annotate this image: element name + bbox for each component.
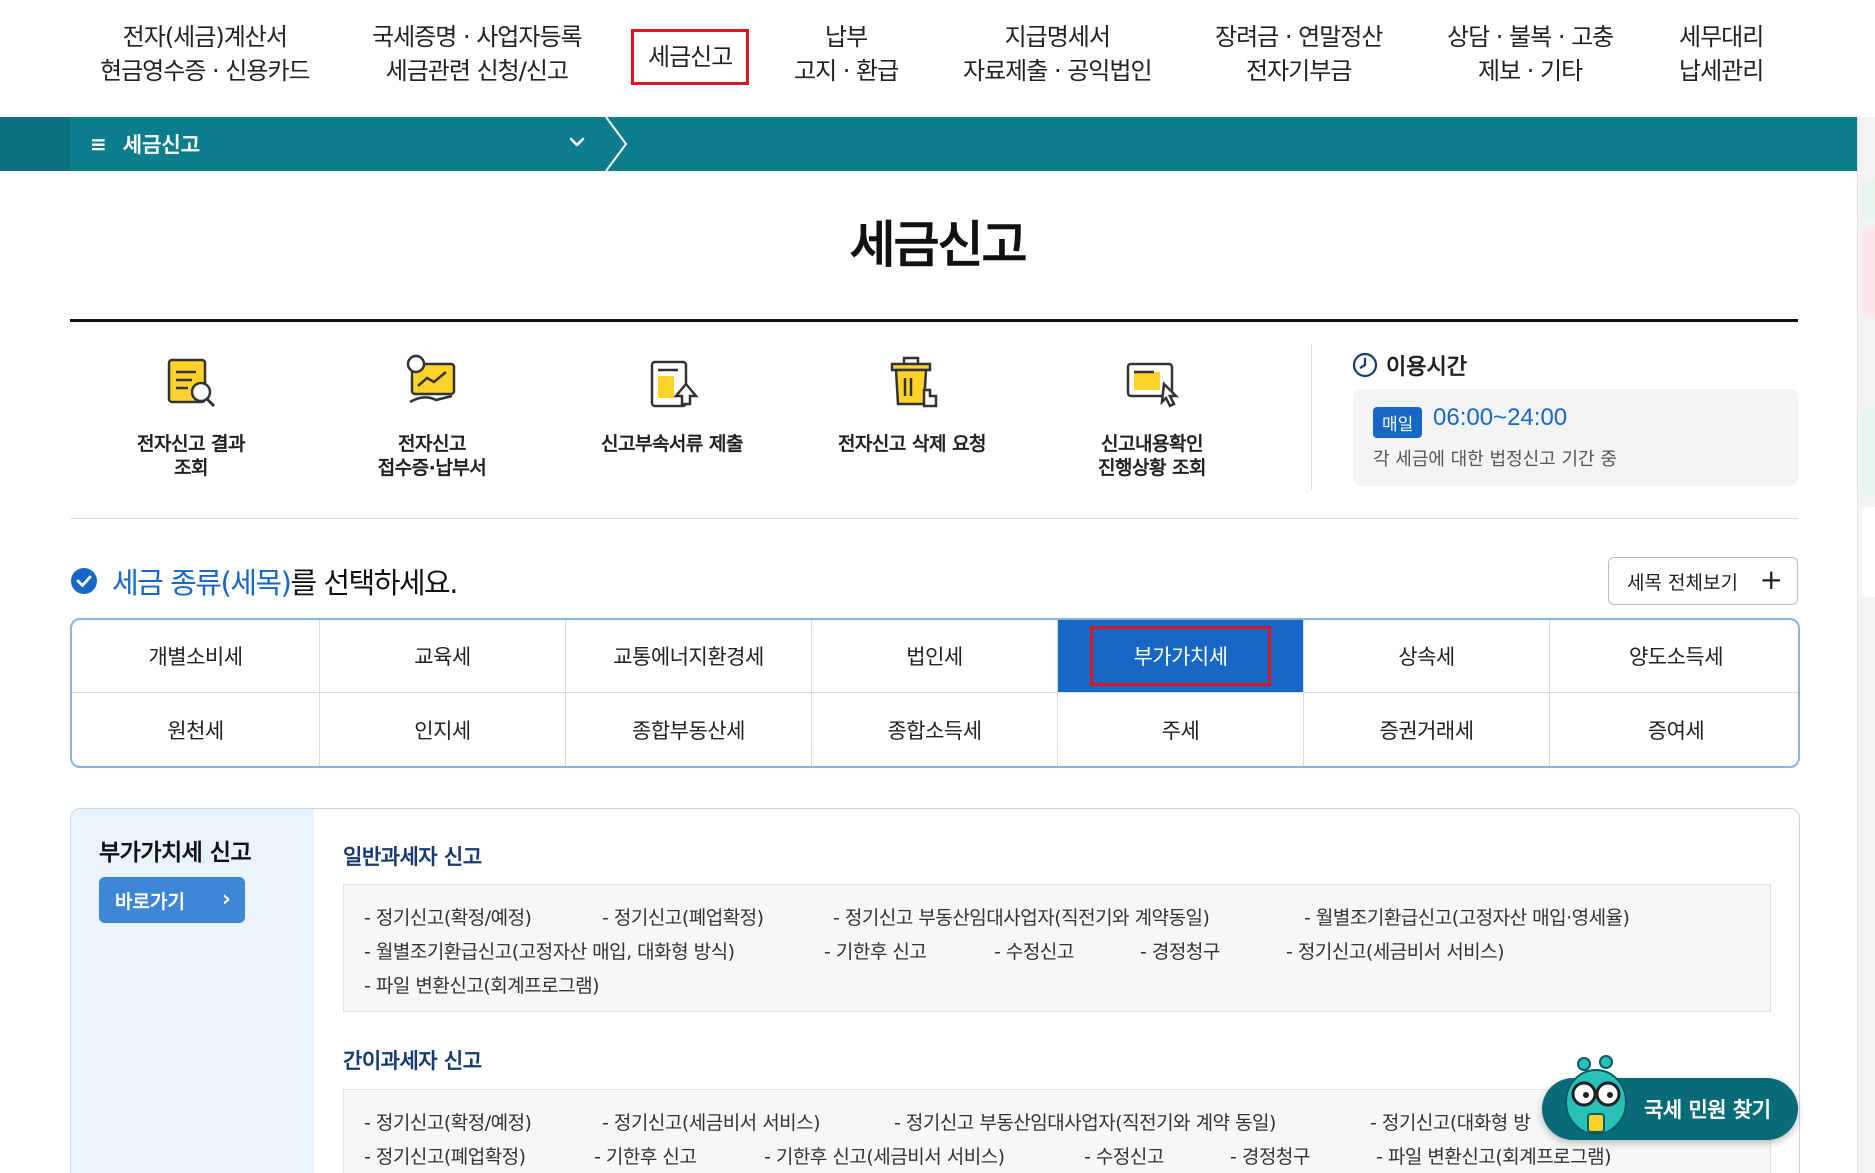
general-link[interactable]: - 경정청구 xyxy=(1140,937,1220,964)
document-upload-icon xyxy=(650,360,699,408)
simple-link[interactable]: - 정기신고 부동산임대사업자(직전기와 계약 동일) xyxy=(894,1108,1276,1135)
trash-delete-icon xyxy=(890,356,938,408)
tax-type-grid: 개별소비세 교육세 교통에너지환경세 법인세 부가가치세 상속세 양도소득세 원… xyxy=(70,618,1800,768)
simple-link[interactable]: - 정기신고(대화형 방 xyxy=(1370,1108,1531,1135)
nav-item-tax-filing[interactable]: 세금신고 xyxy=(631,29,750,85)
simple-link[interactable]: - 정기신고(확정/예정) xyxy=(364,1108,532,1135)
quick-link-result[interactable]: 전자신고 결과 조회 xyxy=(81,350,301,480)
tax-type-item[interactable]: 원천세 xyxy=(72,693,320,766)
quick-link-receipt[interactable]: 전자신고 접수증·납부서 xyxy=(322,350,542,480)
tax-type-item[interactable]: 교통에너지환경세 xyxy=(566,620,812,693)
quick-link-review-status[interactable]: 신고내용확인 진행상황 조회 xyxy=(1042,350,1262,480)
quick-link-delete-request[interactable]: 전자신고 삭제 요청 xyxy=(802,350,1022,456)
side-panel-tab[interactable] xyxy=(1862,407,1875,497)
page-title: 세금신고 xyxy=(849,216,1028,274)
simple-taxpayer-title: 간이과세자 신고 xyxy=(343,1049,482,1073)
general-link[interactable]: - 기한후 신고 xyxy=(824,937,927,964)
general-taxpayer-links: - 정기신고(확정/예정) - 정기신고(폐업확정) - 정기신고 부동산임대사… xyxy=(343,884,1771,1012)
document-search-icon xyxy=(167,358,216,408)
breadcrumb-separator-icon xyxy=(605,117,628,171)
breadcrumb-current: 세금신고 xyxy=(122,133,201,157)
tax-type-item[interactable]: 개별소비세 xyxy=(72,620,320,693)
check-circle-icon xyxy=(71,568,97,594)
nav-item-payment-statement[interactable]: 지급명세서 자료제출 · 공익법인 xyxy=(963,20,1153,88)
chevron-right-icon: › xyxy=(221,887,231,912)
general-link[interactable]: - 파일 변환신고(회계프로그램) xyxy=(364,971,600,998)
tax-type-item[interactable]: 증여세 xyxy=(1550,693,1798,766)
tax-type-item[interactable]: 종합부동산세 xyxy=(566,693,812,766)
side-panel-tab[interactable] xyxy=(1862,507,1875,597)
mascot-icon xyxy=(1565,1055,1627,1135)
plus-icon: + xyxy=(1759,563,1783,596)
general-link[interactable]: - 수정신고 xyxy=(994,937,1074,964)
hours-description: 각 세금에 대한 법정신고 기간 중 xyxy=(1373,449,1617,470)
general-link[interactable]: - 정기신고 부동산임대사업자(직전기와 계약동일) xyxy=(833,903,1210,930)
vat-shortcut-button[interactable]: 바로가기 › xyxy=(99,877,245,923)
quick-link-attachment[interactable]: 신고부속서류 제출 xyxy=(562,350,782,456)
nav-item-payment[interactable]: 납부 고지 · 환급 xyxy=(794,20,899,88)
chevron-down-icon xyxy=(569,137,585,147)
tax-type-item[interactable]: 인지세 xyxy=(320,693,566,766)
tax-type-item[interactable]: 상속세 xyxy=(1304,620,1550,693)
hours-heading: 이용시간 xyxy=(1352,349,1467,381)
general-link[interactable]: - 정기신고(폐업확정) xyxy=(602,903,764,930)
nav-item-e-invoice[interactable]: 전자(세금)계산서 현금영수증 · 신용카드 xyxy=(100,20,311,88)
select-tax-heading: 세금 종류(세목) 를 선택하세요. xyxy=(70,560,458,602)
section-divider xyxy=(70,518,1798,519)
general-link[interactable]: - 월별조기환급신고(고정자산 매입·영세율) xyxy=(1304,903,1630,930)
vat-filing-panel: 부가가치세 신고 바로가기 › 일반과세자 신고 - 정기신고(확정/예정) -… xyxy=(70,808,1800,1173)
hamburger-icon: ≡ xyxy=(90,132,107,156)
receipt-chart-icon xyxy=(406,354,456,404)
breadcrumb-home-area xyxy=(0,117,70,171)
tax-type-item[interactable]: 교육세 xyxy=(320,620,566,693)
general-link[interactable]: - 정기신고(세금비서 서비스) xyxy=(1286,937,1505,964)
hours-time: 06:00~24:00 xyxy=(1433,404,1568,431)
vat-title: 부가가치세 신고 xyxy=(99,840,252,866)
simple-link[interactable]: - 기한후 신고 xyxy=(594,1142,697,1169)
vat-sidebar: 부가가치세 신고 바로가기 › xyxy=(71,809,314,1173)
nav-item-certificates[interactable]: 국세증명 · 사업자등록 세금관련 신청/신고 xyxy=(372,20,583,88)
top-navigation: 전자(세금)계산서 현금영수증 · 신용카드 국세증명 · 사업자등록 세금관련… xyxy=(0,0,1875,117)
simple-link[interactable]: - 수정신고 xyxy=(1084,1142,1164,1169)
simple-link[interactable]: - 경정청구 xyxy=(1230,1142,1310,1169)
breadcrumb-menu-dropdown[interactable]: ≡ 세금신고 xyxy=(70,117,610,171)
tax-type-item[interactable]: 종합소득세 xyxy=(812,693,1058,766)
daily-badge: 매일 xyxy=(1373,407,1423,438)
view-all-tax-button[interactable]: 세목 전체보기 + xyxy=(1608,557,1798,605)
nav-item-incentive[interactable]: 장려금 · 연말정산 전자기부금 xyxy=(1215,20,1383,88)
hours-box: 매일 06:00~24:00 각 세금에 대한 법정신고 기간 중 xyxy=(1353,389,1798,486)
tax-type-item[interactable]: 주세 xyxy=(1058,693,1304,766)
tax-type-item[interactable]: 양도소득세 xyxy=(1550,620,1798,693)
quick-links-divider xyxy=(1311,344,1312,490)
tax-type-item-selected[interactable]: 부가가치세 xyxy=(1058,620,1304,693)
general-taxpayer-title: 일반과세자 신고 xyxy=(343,845,482,869)
simple-link[interactable]: - 정기신고(세금비서 서비스) xyxy=(602,1108,821,1135)
tax-type-item[interactable]: 증권거래세 xyxy=(1304,693,1550,766)
simple-link[interactable]: - 정기신고(폐업확정) xyxy=(364,1142,526,1169)
simple-link[interactable]: - 파일 변환신고(회계프로그램) xyxy=(1376,1142,1612,1169)
nav-item-consultation[interactable]: 상담 · 불복 · 고충 제보 · 기타 xyxy=(1447,20,1614,88)
clock-icon xyxy=(1352,352,1378,378)
general-link[interactable]: - 정기신고(확정/예정) xyxy=(364,903,532,930)
nav-item-tax-agent[interactable]: 세무대리 납세관리 xyxy=(1679,20,1764,88)
tax-type-item[interactable]: 법인세 xyxy=(812,620,1058,693)
document-check-icon xyxy=(1126,362,1180,408)
general-link[interactable]: - 월별조기환급신고(고정자산 매입, 대화형 방식) xyxy=(364,937,735,964)
title-divider xyxy=(70,319,1798,322)
simple-link[interactable]: - 기한후 신고(세금비서 서비스) xyxy=(764,1142,1005,1169)
